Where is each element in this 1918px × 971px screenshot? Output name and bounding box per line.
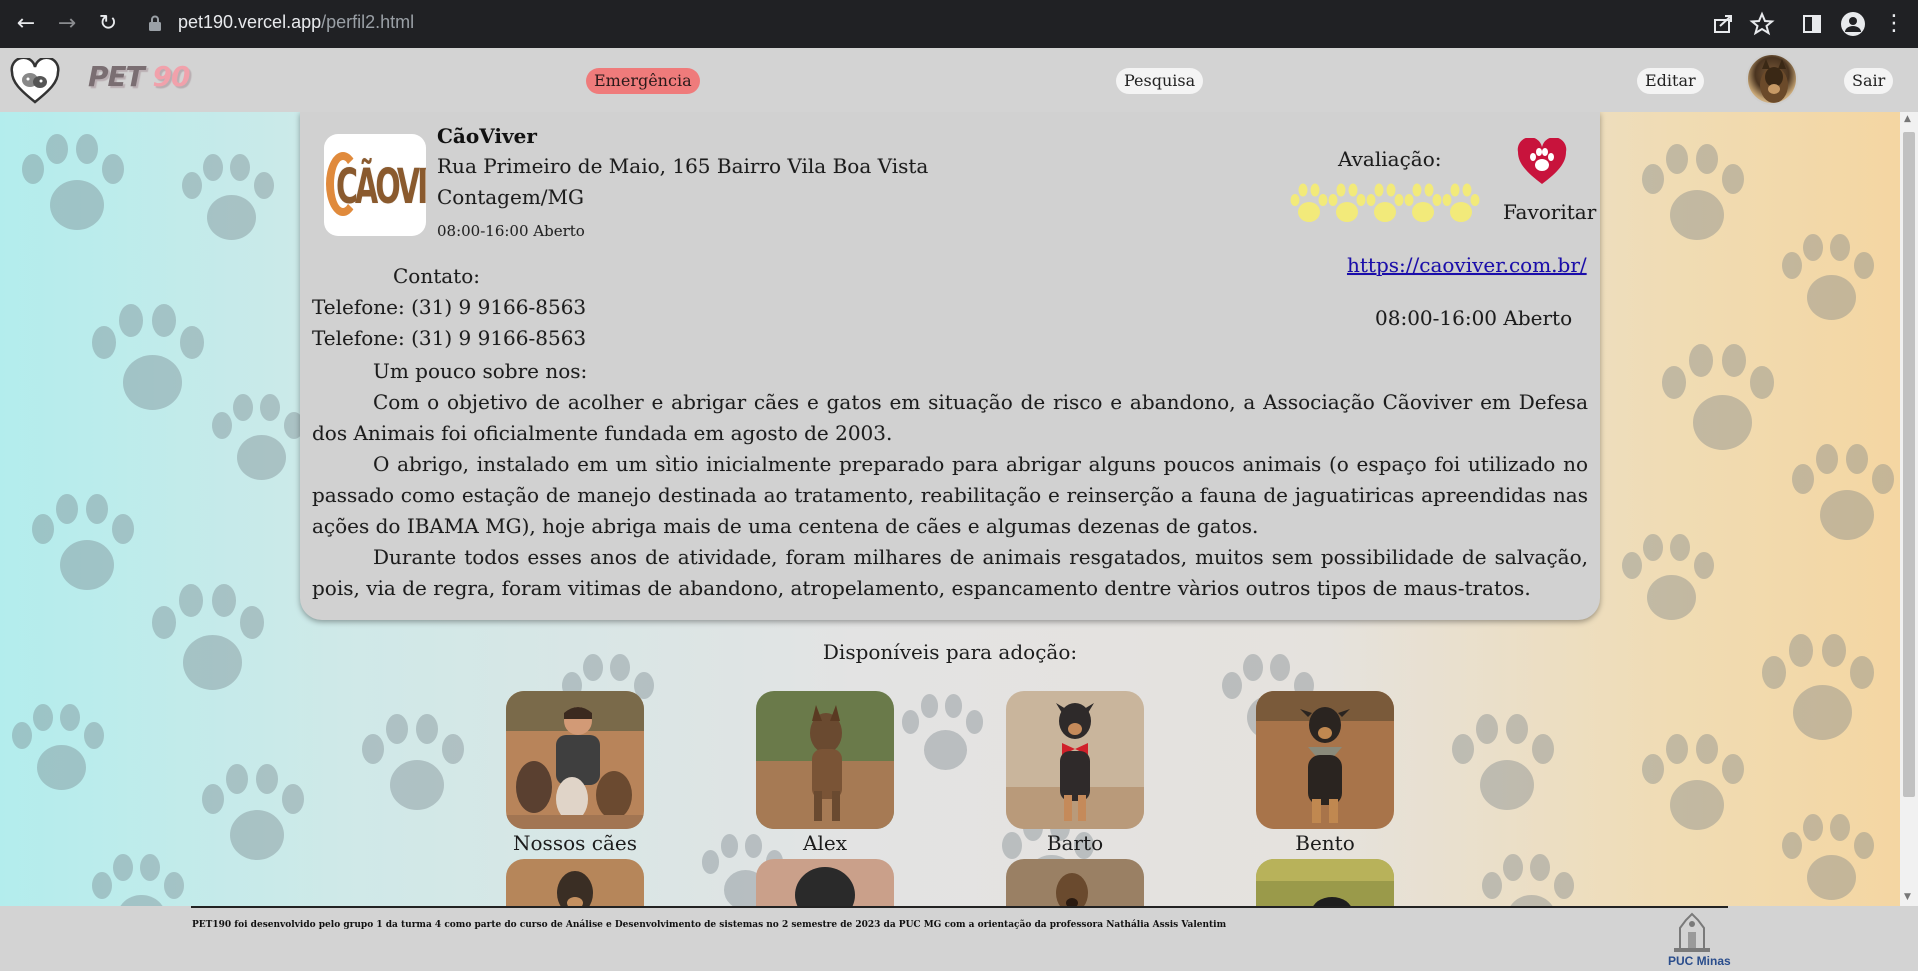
edit-button[interactable]: Editar [1637, 68, 1704, 94]
pet-name[interactable]: Nossos cães [506, 831, 644, 855]
organization-name: CãoViver [437, 124, 537, 148]
about-paragraph: O abrigo, instalado em um sìtio inicialm… [312, 452, 1588, 538]
phone-line: Telefone: (31) 9 9166-8563 [312, 295, 587, 319]
forward-icon[interactable]: → [53, 10, 81, 38]
rating-label: Avaliação: [1338, 147, 1442, 171]
paw-print-decoration [10, 702, 109, 801]
puc-emblem-icon [1674, 912, 1710, 952]
emergency-button[interactable]: Emergência [586, 68, 700, 94]
favorite-heart-icon[interactable] [1516, 138, 1568, 186]
pet-photo[interactable] [756, 691, 894, 829]
profile-icon[interactable] [1840, 11, 1866, 37]
paw-print-decoration [210, 392, 309, 491]
contact-title: Contato: [393, 264, 481, 288]
pet-photo[interactable] [1006, 691, 1144, 829]
phone-line: Telefone: (31) 9 9166-8563 [312, 326, 587, 350]
about-paragraph: Com o objetivo de acolher e abrigar cães… [312, 390, 1588, 445]
reload-icon[interactable]: ↻ [94, 10, 122, 38]
paw-print-decoration [1640, 732, 1750, 842]
site-header: PET 90 Emergência Pesquisa Editar Sair [0, 48, 1918, 112]
url-text[interactable]: pet190.vercel.app/perfil2.html [178, 12, 414, 33]
footer-credits: PET190 foi desenvolvido pelo grupo 1 da … [192, 920, 1227, 930]
paw-print-decoration [90, 852, 189, 906]
profile-card: CÃOVIVER CãoViver Rua Primeiro de Maio, … [300, 112, 1600, 620]
logo-heart-icon[interactable] [10, 58, 60, 104]
paw-print-decoration [1780, 232, 1879, 331]
bookmark-star-icon[interactable] [1749, 11, 1775, 37]
paw-print-decoration [200, 762, 310, 872]
pet-name[interactable]: Alex [756, 831, 894, 855]
address-line: Rua Primeiro de Maio, 165 Bairro Vila Bo… [437, 154, 929, 178]
pet-card-bento[interactable]: Bento [1256, 691, 1394, 855]
pet-name[interactable]: Barto [1006, 831, 1144, 855]
page-scrollbar[interactable]: ▲ ▼ [1900, 112, 1918, 906]
paw-print-decoration [1790, 442, 1900, 552]
rating-paw-icon[interactable] [1327, 182, 1367, 224]
adoption-title: Disponíveis para adoção: [822, 640, 1078, 664]
paw-print-decoration [20, 132, 130, 242]
about-section: Um pouco sobre nos: Com o objetivo de ac… [312, 356, 1588, 604]
back-icon[interactable]: ← [12, 10, 40, 38]
brand-wordmark[interactable]: PET 90 [88, 60, 190, 93]
rating-paw-icon[interactable] [1441, 182, 1481, 224]
share-icon[interactable] [1710, 11, 1736, 37]
about-title: Um pouco sobre nos: [373, 359, 588, 383]
scrollbar-thumb[interactable] [1903, 132, 1915, 797]
rating-paw-icon[interactable] [1365, 182, 1405, 224]
puc-minas-label: PUC Minas [1668, 954, 1731, 968]
city-line: Contagem/MG [437, 185, 584, 209]
paw-print-decoration [1620, 532, 1719, 631]
organization-logo: CÃOVIVER [324, 134, 426, 236]
footer-divider [191, 906, 1728, 908]
rating-paw-icon[interactable] [1289, 182, 1329, 224]
menu-kebab-icon[interactable]: ⋮ [1880, 10, 1908, 38]
opening-hours: 08:00-16:00 Aberto [1375, 306, 1573, 330]
search-nav-button[interactable]: Pesquisa [1116, 68, 1204, 94]
lock-icon [149, 15, 161, 31]
user-avatar[interactable] [1746, 53, 1798, 105]
favorite-label[interactable]: Favoritar [1503, 200, 1596, 224]
pet-name[interactable]: Bento [1256, 831, 1394, 855]
paw-print-decoration [1660, 342, 1781, 463]
browser-toolbar: ← → ↻ pet190.vercel.app/perfil2.html ⋮ [0, 0, 1918, 48]
pet-card-alex[interactable]: Alex [756, 691, 894, 855]
pet-card-barto[interactable]: Barto [1006, 691, 1144, 855]
paw-print-decoration [360, 712, 470, 822]
paw-print-decoration [1780, 812, 1879, 906]
pet-card-nossos-caes[interactable]: Nossos cães [506, 691, 644, 855]
paw-print-decoration [1640, 142, 1750, 252]
paw-print-decoration [90, 302, 211, 423]
paw-print-decoration [900, 692, 988, 780]
paw-print-decoration [1450, 712, 1560, 822]
logout-button[interactable]: Sair [1844, 68, 1894, 94]
website-link[interactable]: https://caoviver.com.br/ [1347, 253, 1587, 277]
site-footer: PET190 foi desenvolvido pelo grupo 1 da … [0, 906, 1918, 971]
pet-photo[interactable] [1256, 691, 1394, 829]
paw-print-decoration [180, 152, 279, 251]
paw-print-decoration [30, 492, 140, 602]
pet-photo[interactable] [506, 691, 644, 829]
rating-paw-icon[interactable] [1403, 182, 1443, 224]
opening-hours-small: 08:00-16:00 Aberto [437, 222, 585, 240]
paw-print-decoration [1480, 852, 1579, 906]
side-panel-icon[interactable] [1799, 11, 1825, 37]
about-paragraph: Durante todos esses anos de atividade, f… [312, 545, 1588, 600]
